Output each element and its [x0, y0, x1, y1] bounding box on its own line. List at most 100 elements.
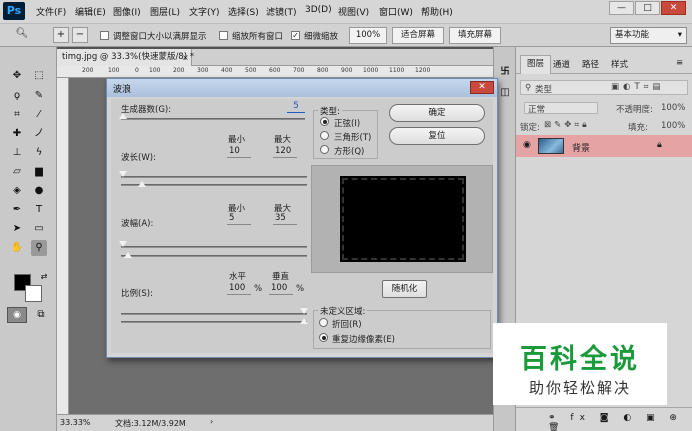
menu-image[interactable]: 图像(I): [113, 5, 141, 18]
amplitude-max-input[interactable]: 35: [273, 212, 297, 225]
brush-tool-icon[interactable]: ノ: [31, 126, 47, 142]
reset-button[interactable]: 复位: [389, 127, 485, 145]
fill-screen-button[interactable]: 填充屏幕: [449, 27, 501, 44]
menu-layer[interactable]: 图层(L): [150, 5, 180, 18]
menu-filter[interactable]: 滤镜(T): [266, 5, 297, 18]
blur-tool-icon[interactable]: ◈: [9, 183, 25, 199]
wrap-around-label[interactable]: 折回(R): [332, 318, 362, 330]
menu-help[interactable]: 帮助(H): [421, 5, 453, 18]
chevron-right-icon[interactable]: ›: [210, 417, 213, 426]
zoom-tool-icon[interactable]: 🔍︎: [14, 27, 30, 43]
maximize-button[interactable]: □: [635, 1, 660, 15]
tab-layers[interactable]: 图层: [520, 55, 552, 74]
type-triangle-radio[interactable]: [320, 131, 329, 140]
scale-v-thumb[interactable]: [300, 318, 308, 324]
zoom-100-button[interactable]: 100%: [349, 27, 387, 44]
scrubby-zoom-checkbox[interactable]: ✓: [291, 31, 300, 40]
ruler-tick: 600: [269, 67, 281, 74]
move-tool-icon[interactable]: ✥: [9, 68, 25, 84]
scale-h-thumb[interactable]: [300, 308, 308, 314]
history-brush-icon[interactable]: ϟ: [31, 145, 47, 161]
clone-stamp-icon[interactable]: ⊥: [9, 145, 25, 161]
path-select-icon[interactable]: ➤: [9, 221, 25, 237]
menu-type[interactable]: 文字(Y): [189, 5, 220, 18]
generators-slider-thumb[interactable]: [119, 113, 127, 119]
zoom-out-icon[interactable]: −: [72, 27, 88, 43]
amplitude-max-thumb[interactable]: [124, 252, 132, 258]
zoom-all-windows-checkbox[interactable]: [219, 31, 228, 40]
amplitude-min-input[interactable]: 5: [227, 212, 251, 225]
tab-paths[interactable]: 路径: [582, 58, 599, 70]
blend-mode-select[interactable]: 正常: [524, 102, 598, 115]
minimize-button[interactable]: —: [609, 1, 634, 15]
lock-icons[interactable]: ⊠✎✥⌗🔒︎: [544, 120, 590, 130]
background-color-swatch[interactable]: [25, 285, 42, 302]
amplitude-min-thumb[interactable]: [119, 241, 127, 247]
search-icon: ⚲: [525, 83, 532, 93]
filter-icons[interactable]: ▣◐T⌗▤: [611, 82, 664, 92]
type-square-radio[interactable]: [320, 145, 329, 154]
repeat-edge-label[interactable]: 重复边缘像素(E): [332, 333, 395, 345]
marquee-tool-icon[interactable]: ⬚: [31, 68, 47, 84]
wrap-around-radio[interactable]: [319, 318, 328, 327]
menu-view[interactable]: 视图(V): [338, 5, 369, 18]
menu-file[interactable]: 文件(F): [36, 5, 66, 18]
preview-box[interactable]: [311, 165, 493, 273]
pen-tool-icon[interactable]: ✒: [9, 202, 25, 218]
scale-horizontal-input[interactable]: 100: [227, 282, 251, 295]
wavelength-min-input[interactable]: 10: [227, 145, 251, 158]
quick-mask-icon[interactable]: ◉: [7, 307, 27, 323]
wavelength-max-input[interactable]: 120: [273, 145, 297, 158]
healing-brush-icon[interactable]: ✚: [9, 126, 25, 142]
screen-mode-icon[interactable]: ⧉: [33, 307, 49, 323]
zoom-in-icon[interactable]: +: [53, 27, 69, 43]
panel-menu-icon[interactable]: ≡: [676, 58, 683, 68]
wavelength-max-thumb[interactable]: [138, 181, 146, 187]
shape-tool-icon[interactable]: ▭: [31, 221, 47, 237]
document-tab[interactable]: timg.jpg @ 33.3%(快速蒙版/8) * ×: [57, 49, 194, 66]
menu-window[interactable]: 窗口(W): [379, 5, 413, 18]
randomize-button[interactable]: 随机化: [382, 280, 427, 298]
type-tool-icon[interactable]: T: [31, 202, 47, 218]
eyedropper-icon[interactable]: ⁄: [31, 107, 47, 123]
dodge-tool-icon[interactable]: ●: [31, 183, 47, 199]
type-sine-radio[interactable]: [320, 117, 329, 126]
fit-screen-button[interactable]: 适合屏幕: [392, 27, 444, 44]
resize-windows-checkbox[interactable]: [100, 31, 109, 40]
crop-tool-icon[interactable]: ⌗: [9, 107, 25, 123]
menu-edit[interactable]: 编辑(E): [75, 5, 106, 18]
dialog-close-button[interactable]: ✕: [470, 81, 494, 94]
workspace-select[interactable]: 基本功能 ▾: [610, 27, 687, 44]
layer-row-background[interactable]: ◉ 背景 🔒︎: [516, 135, 692, 157]
close-tab-icon[interactable]: ×: [182, 49, 189, 66]
eraser-tool-icon[interactable]: ▱: [9, 164, 25, 180]
type-sine-label[interactable]: 正弦(I): [334, 117, 360, 129]
close-button[interactable]: ✕: [661, 1, 686, 15]
lasso-tool-icon[interactable]: ϙ: [9, 88, 25, 104]
swap-colors-icon[interactable]: ⇄: [36, 269, 52, 285]
scale-vertical-input[interactable]: 100: [269, 282, 293, 295]
menu-select[interactable]: 选择(S): [228, 5, 259, 18]
magic-wand-icon[interactable]: ✎: [31, 88, 47, 104]
hand-tool-icon[interactable]: ✋: [9, 240, 25, 256]
type-square-label[interactable]: 方形(Q): [334, 145, 364, 157]
history-panel-icon[interactable]: 卐: [497, 64, 513, 80]
fill-value[interactable]: 100%: [661, 121, 685, 131]
layer-action-icons[interactable]: ⚭ fx ◙ ◐ ▣ ⊕ 🗑︎: [548, 413, 692, 431]
ok-button[interactable]: 确定: [389, 104, 485, 122]
type-triangle-label[interactable]: 三角形(T): [334, 131, 371, 143]
eye-icon[interactable]: ◉: [523, 140, 531, 150]
status-zoom[interactable]: 33.33%: [60, 418, 91, 427]
dialog-titlebar[interactable]: 波浪 ✕: [107, 79, 497, 97]
zoom-tool-icon[interactable]: ⚲: [31, 240, 47, 256]
tab-channels[interactable]: 通道: [553, 58, 570, 70]
wavelength-min-thumb[interactable]: [119, 171, 127, 177]
menu-3d[interactable]: 3D(D): [305, 5, 332, 15]
tab-styles[interactable]: 样式: [611, 58, 628, 70]
layer-filter[interactable]: ⚲ 类型 ▣◐T⌗▤: [520, 80, 688, 95]
repeat-edge-radio[interactable]: [319, 333, 328, 342]
properties-panel-icon[interactable]: ◫: [497, 85, 513, 101]
opacity-value[interactable]: 100%: [661, 103, 685, 113]
generators-input[interactable]: 5: [287, 101, 305, 113]
gradient-tool-icon[interactable]: ▆: [31, 164, 47, 180]
